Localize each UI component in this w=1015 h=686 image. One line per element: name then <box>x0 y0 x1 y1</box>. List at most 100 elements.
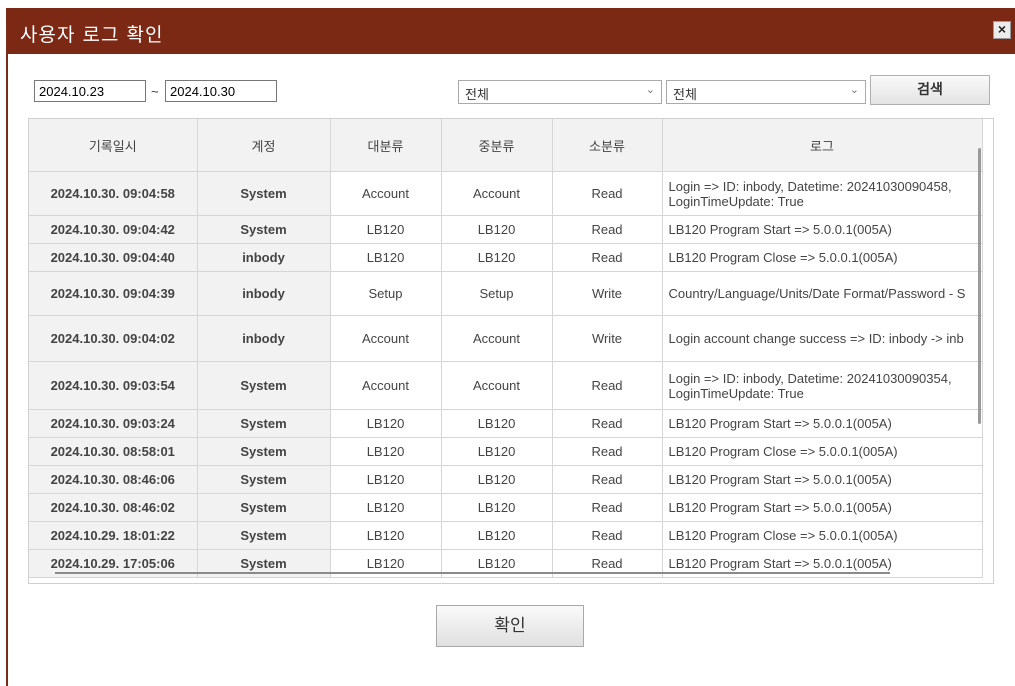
cell-log: LB120 Program Start => 5.0.0.1(005A) <box>662 493 983 522</box>
cell-major: LB120 <box>330 215 442 244</box>
cell-minor: Write <box>552 271 663 316</box>
table-row[interactable]: 2024.10.29. 18:01:22 System LB120 LB120 … <box>29 521 983 550</box>
cell-major: LB120 <box>330 409 442 438</box>
table-row[interactable]: 2024.10.30. 08:58:01 System LB120 LB120 … <box>29 437 983 466</box>
search-button[interactable]: 검색 <box>870 75 990 105</box>
cell-account: System <box>197 465 331 494</box>
cell-log: LB120 Program Start => 5.0.0.1(005A) <box>662 215 983 244</box>
horizontal-scrollbar[interactable] <box>55 572 890 574</box>
cell-account: inbody <box>197 271 331 316</box>
cell-minor: Read <box>552 361 663 410</box>
chevron-down-icon: ⌄ <box>645 84 655 96</box>
select2-value: 전체 <box>673 87 697 102</box>
cell-middle: LB120 <box>441 493 553 522</box>
cell-datetime: 2024.10.30. 09:04:02 <box>29 315 198 362</box>
cell-major: Account <box>330 315 442 362</box>
category-select-2[interactable]: 전체 ⌄ <box>666 80 866 104</box>
cell-log: LB120 Program Start => 5.0.0.1(005A) <box>662 409 983 438</box>
cell-major: Account <box>330 361 442 410</box>
cell-log: Login account change success => ID: inbo… <box>662 315 983 362</box>
cell-log: Country/Language/Units/Date Format/Passw… <box>662 271 983 316</box>
table-row[interactable]: 2024.10.30. 09:04:42 System LB120 LB120 … <box>29 215 983 244</box>
column-header-minor-category[interactable]: 소분류 <box>552 119 663 172</box>
cell-log: LB120 Program Start => 5.0.0.1(005A) <box>662 465 983 494</box>
cell-middle: Setup <box>441 271 553 316</box>
cell-account: System <box>197 171 331 216</box>
table-row[interactable]: 2024.10.30. 09:04:39 inbody Setup Setup … <box>29 271 983 316</box>
table-row[interactable]: 2024.10.30. 09:04:02 inbody Account Acco… <box>29 315 983 362</box>
log-table: 기록일시 계정 대분류 중분류 소분류 로그 2024.10.30. 09:04… <box>29 119 983 578</box>
dialog-title: 사용자 로그 확인 <box>20 24 164 46</box>
cell-middle: LB120 <box>441 437 553 466</box>
cell-minor: Read <box>552 493 663 522</box>
cell-major: LB120 <box>330 437 442 466</box>
cell-datetime: 2024.10.30. 09:03:54 <box>29 361 198 410</box>
cell-middle: LB120 <box>441 243 553 272</box>
cell-log: LB120 Program Close => 5.0.0.1(005A) <box>662 521 983 550</box>
table-header-row: 기록일시 계정 대분류 중분류 소분류 로그 <box>29 119 983 172</box>
date-from-input[interactable] <box>34 80 146 102</box>
cell-minor: Write <box>552 315 663 362</box>
cell-major: Setup <box>330 271 442 316</box>
cell-middle: Account <box>441 315 553 362</box>
date-range-separator: ~ <box>151 84 159 99</box>
table-row[interactable]: 2024.10.30. 09:04:58 System Account Acco… <box>29 171 983 216</box>
cell-middle: Account <box>441 171 553 216</box>
cell-account: inbody <box>197 315 331 362</box>
cell-minor: Read <box>552 437 663 466</box>
cell-datetime: 2024.10.30. 09:04:39 <box>29 271 198 316</box>
cell-account: System <box>197 437 331 466</box>
close-icon: × <box>997 21 1007 37</box>
cell-datetime: 2024.10.30. 09:04:42 <box>29 215 198 244</box>
cell-middle: LB120 <box>441 409 553 438</box>
cell-log: LB120 Program Close => 5.0.0.1(005A) <box>662 437 983 466</box>
cell-major: LB120 <box>330 521 442 550</box>
column-header-major-category[interactable]: 대분류 <box>330 119 442 172</box>
cell-minor: Read <box>552 171 663 216</box>
cell-major: LB120 <box>330 465 442 494</box>
cell-log: LB120 Program Close => 5.0.0.1(005A) <box>662 243 983 272</box>
cell-datetime: 2024.10.30. 09:04:40 <box>29 243 198 272</box>
cell-account: System <box>197 361 331 410</box>
table-row[interactable]: 2024.10.30. 08:46:02 System LB120 LB120 … <box>29 493 983 522</box>
date-to-input[interactable] <box>165 80 277 102</box>
cell-account: System <box>197 215 331 244</box>
cell-account: System <box>197 521 331 550</box>
cell-middle: LB120 <box>441 465 553 494</box>
column-header-log[interactable]: 로그 <box>662 119 983 172</box>
cell-log: Login => ID: inbody, Datetime: 202410300… <box>662 361 983 410</box>
cell-datetime: 2024.10.30. 08:58:01 <box>29 437 198 466</box>
table-row[interactable]: 2024.10.30. 08:46:06 System LB120 LB120 … <box>29 465 983 494</box>
vertical-scrollbar[interactable] <box>978 148 981 424</box>
cell-datetime: 2024.10.30. 09:03:24 <box>29 409 198 438</box>
cell-minor: Read <box>552 465 663 494</box>
cell-datetime: 2024.10.30. 08:46:06 <box>29 465 198 494</box>
cell-middle: LB120 <box>441 521 553 550</box>
select1-value: 전체 <box>465 87 489 102</box>
close-button[interactable]: × <box>993 21 1011 39</box>
column-header-account[interactable]: 계정 <box>197 119 331 172</box>
cell-account: System <box>197 493 331 522</box>
cell-datetime: 2024.10.30. 08:46:02 <box>29 493 198 522</box>
cell-minor: Read <box>552 215 663 244</box>
cell-account: inbody <box>197 243 331 272</box>
table-row[interactable]: 2024.10.30. 09:03:54 System Account Acco… <box>29 361 983 410</box>
cell-datetime: 2024.10.29. 18:01:22 <box>29 521 198 550</box>
cell-log: Login => ID: inbody, Datetime: 202410300… <box>662 171 983 216</box>
column-header-middle-category[interactable]: 중분류 <box>441 119 553 172</box>
column-header-datetime[interactable]: 기록일시 <box>29 119 198 172</box>
cell-minor: Read <box>552 409 663 438</box>
cell-account: System <box>197 409 331 438</box>
cell-datetime: 2024.10.30. 09:04:58 <box>29 171 198 216</box>
cell-middle: LB120 <box>441 215 553 244</box>
log-grid: 기록일시 계정 대분류 중분류 소분류 로그 2024.10.30. 09:04… <box>28 118 994 584</box>
cell-major: LB120 <box>330 493 442 522</box>
category-select-1[interactable]: 전체 ⌄ <box>458 80 662 104</box>
chevron-down-icon: ⌄ <box>849 84 859 96</box>
ok-button[interactable]: 확인 <box>436 605 584 647</box>
cell-major: LB120 <box>330 243 442 272</box>
table-row[interactable]: 2024.10.30. 09:04:40 inbody LB120 LB120 … <box>29 243 983 272</box>
table-row[interactable]: 2024.10.30. 09:03:24 System LB120 LB120 … <box>29 409 983 438</box>
cell-middle: Account <box>441 361 553 410</box>
cell-major: Account <box>330 171 442 216</box>
